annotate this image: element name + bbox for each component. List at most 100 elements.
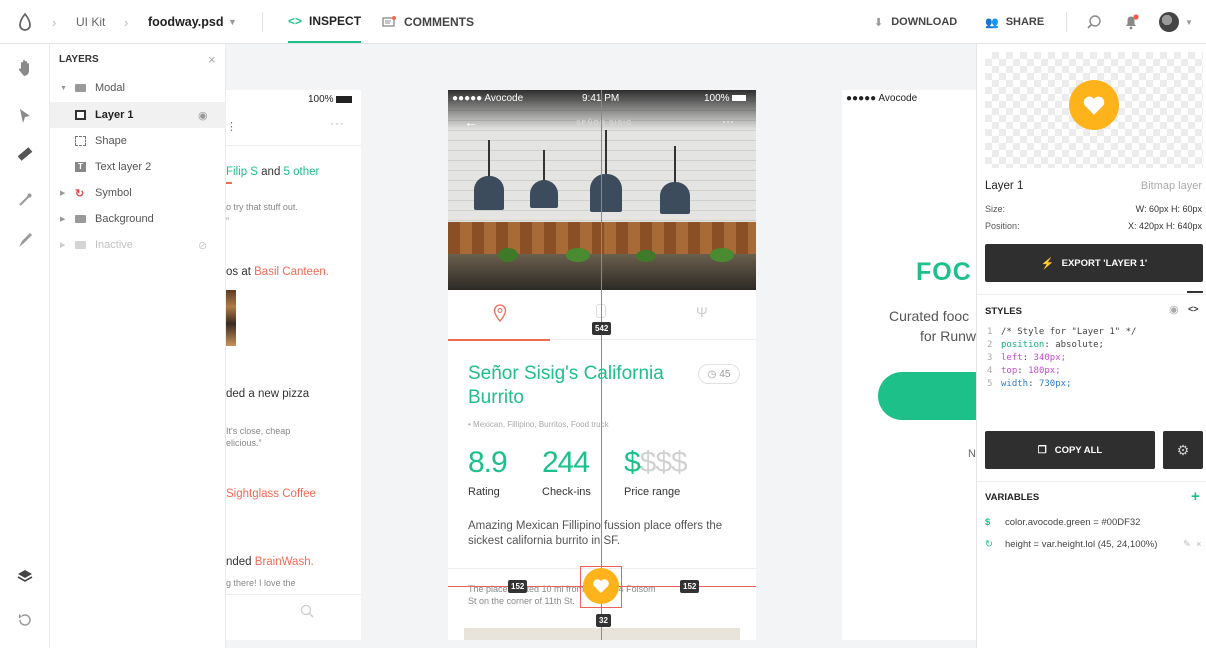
location-pin-icon[interactable] <box>493 304 507 327</box>
comment-icon <box>382 15 396 27</box>
variable-row[interactable]: ↻ height = var.height.lol (45, 24,100%) … <box>985 536 1205 552</box>
checkins-value: 244 <box>542 446 590 479</box>
caret-down-icon[interactable]: ▼ <box>228 0 237 44</box>
position-value: X: 420px H: 640px <box>1127 221 1202 231</box>
select-arrow-icon[interactable] <box>15 106 35 126</box>
tool-strip <box>0 44 50 648</box>
chevron-right-icon: › <box>124 14 129 30</box>
lamp-cord <box>543 150 545 184</box>
tables <box>448 254 756 290</box>
lamp-cord <box>488 140 490 180</box>
breadcrumb-file[interactable]: foodway.psd <box>148 0 223 44</box>
layer-row-modal[interactable]: ▼ Modal <box>50 75 226 101</box>
copy-all-button[interactable]: ❐ COPY ALL <box>985 431 1155 469</box>
fork-knife-icon[interactable]: Ψ <box>696 304 708 320</box>
cuisine-tags: • Mexican, Fillipino, Burritos, Food tru… <box>468 420 609 429</box>
feed-line: Sightglass Coffee <box>226 488 316 500</box>
folder-icon <box>75 241 86 249</box>
eye-icon[interactable]: ◉ <box>1169 303 1179 316</box>
layer-type: Bitmap layer <box>1140 180 1202 192</box>
divider <box>977 294 1206 295</box>
brush-icon[interactable] <box>15 230 35 250</box>
edit-icon[interactable]: ✎ <box>1183 539 1191 550</box>
layers-stack-icon[interactable] <box>15 566 35 586</box>
battery-status: 100% <box>704 93 747 104</box>
history-icon[interactable] <box>15 610 35 630</box>
export-label: EXPORT 'LAYER 1' <box>1061 257 1148 269</box>
address-line: St on the corner of 11th St. <box>468 596 575 606</box>
avatar[interactable]: ▼ <box>1159 0 1193 44</box>
variables-title: VARIABLES <box>985 492 1040 503</box>
download-button[interactable]: ⬇ DOWNLOAD <box>874 0 957 44</box>
artboard-feed[interactable]: 100% ⋮ ··· Filip S and 5 other o try tha… <box>226 90 361 640</box>
eye-icon[interactable]: ◉ <box>198 109 208 122</box>
copy-icon: ❐ <box>1037 444 1047 456</box>
export-button[interactable]: ⚡ EXPORT 'LAYER 1' <box>985 244 1203 282</box>
layer-row-inactive[interactable]: ▶ Inactive ⊘ <box>50 232 226 258</box>
layer-row-text-layer-2[interactable]: T Text layer 2 <box>50 154 226 180</box>
text-layer-icon: T <box>75 162 86 172</box>
avocode-logo[interactable] <box>18 0 32 44</box>
layer-row-symbol[interactable]: ▶ ↻ Symbol <box>50 180 226 206</box>
feed-line: ” <box>226 216 229 226</box>
ruler-icon[interactable] <box>15 144 35 164</box>
brand-title: FOC <box>916 258 972 286</box>
more-dots-icon[interactable]: ··· <box>330 116 345 130</box>
rating-value: 8.9 <box>468 446 508 479</box>
lamp-cord <box>605 130 607 176</box>
breadcrumb-project[interactable]: UI Kit <box>76 0 105 44</box>
measure-label-left: 152 <box>508 580 528 593</box>
download-label: DOWNLOAD <box>891 16 958 28</box>
search-icon[interactable] <box>300 604 314 623</box>
artboard-onboarding[interactable]: ●●●●● Avocode FOC Curated fooc for Runw … <box>842 90 976 640</box>
caret-right-icon: ▶ <box>60 216 66 223</box>
feed-line: os at Basil Canteen. <box>226 266 329 278</box>
drag-handle[interactable] <box>1187 291 1203 293</box>
preview-heart <box>1069 80 1119 130</box>
layer-name: Layer 1 <box>985 180 1024 192</box>
top-bar: › UI Kit › foodway.psd ▼ <> INSPECT COMM… <box>0 0 1206 44</box>
restaurant-description: Amazing Mexican Fillipino fussion place … <box>468 520 723 547</box>
styles-code-block[interactable]: 1/* Style for "Layer 1" */ 2 position: ab… <box>987 326 1136 391</box>
lamp <box>530 180 558 208</box>
heart-button[interactable] <box>583 568 619 604</box>
notification-bell-icon[interactable] <box>1123 0 1139 44</box>
get-started-button[interactable] <box>878 372 976 420</box>
measure-label-right: 152 <box>680 580 700 593</box>
layer-preview <box>985 52 1203 168</box>
tab-comments[interactable]: COMMENTS <box>382 0 474 44</box>
close-icon[interactable]: × <box>208 52 216 67</box>
hand-tool-icon[interactable] <box>15 58 35 78</box>
settings-button[interactable]: ⚙ <box>1163 431 1203 469</box>
rating-label: Rating <box>468 486 500 498</box>
back-arrow-icon[interactable]: ← <box>464 114 478 130</box>
layer-row-layer-1[interactable]: Layer 1 ◉ <box>50 102 226 128</box>
variable-row[interactable]: $ color.avocode.green = #00DF32 <box>985 514 1205 530</box>
tab-inspect[interactable]: <> INSPECT <box>288 0 362 43</box>
eye-hidden-icon[interactable]: ⊘ <box>198 239 207 252</box>
image-icon <box>75 110 86 120</box>
code-icon[interactable]: <> <box>1188 304 1199 314</box>
more-dots-icon[interactable]: ··· <box>722 114 734 128</box>
heart-icon <box>593 579 609 593</box>
search-icon[interactable] <box>1087 0 1102 44</box>
feed-line: It's close, cheap <box>226 426 291 436</box>
layer-row-background[interactable]: ▶ Background <box>50 206 226 232</box>
tab-inspect-label: INSPECT <box>309 13 362 28</box>
close-icon[interactable]: × <box>1196 539 1202 550</box>
color-picker-icon[interactable] <box>15 190 35 210</box>
restaurant-title: Señor Sisig's California Burrito <box>468 363 664 408</box>
artboard-detail[interactable]: ●●●●● Avocode 9:41 PM 100% ← SEÑOR SISIG… <box>448 90 756 640</box>
size-value: W: 60px H: 60px <box>1135 204 1202 214</box>
share-button[interactable]: 👥 SHARE <box>985 0 1044 44</box>
design-canvas[interactable]: 100% ⋮ ··· Filip S and 5 other o try tha… <box>226 44 976 648</box>
layers-title: LAYERS <box>59 54 99 65</box>
position-label: Position: <box>985 221 1020 231</box>
measure-label-top: 542 <box>592 322 612 335</box>
lamp <box>590 174 622 212</box>
lamp-cord <box>674 146 676 186</box>
divider <box>226 145 361 146</box>
code-line: 5 width: 730px; <box>987 379 1072 389</box>
layer-row-shape[interactable]: Shape <box>50 128 226 154</box>
add-variable-icon[interactable]: + <box>1191 488 1200 505</box>
